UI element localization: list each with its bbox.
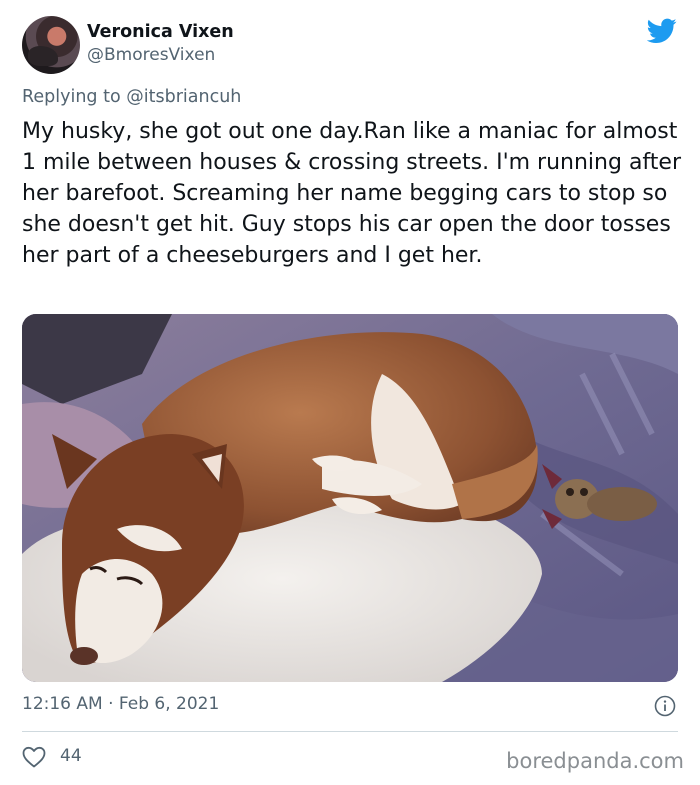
tweet-card: Veronica Vixen @BmoresVixen Replying to … [0, 0, 700, 785]
twitter-bird-icon[interactable] [647, 18, 677, 44]
author-handle[interactable]: @BmoresVixen [87, 45, 215, 65]
husky-photo-illustration [22, 314, 678, 682]
source-watermark: boredpanda.com [506, 749, 684, 773]
tweet-time[interactable]: 12:16 AM [22, 694, 103, 714]
author-avatar[interactable] [22, 16, 80, 74]
tweet-date[interactable]: Feb 6, 2021 [119, 694, 219, 714]
timestamp-separator: · [108, 694, 114, 714]
tweet-photo-husky[interactable] [22, 314, 678, 682]
replying-to: Replying to @itsbriancuh [22, 87, 241, 107]
heart-icon[interactable] [22, 746, 46, 768]
replying-to-label: Replying to [22, 87, 121, 107]
divider [22, 731, 678, 732]
avatar-image [28, 46, 58, 66]
author-display-name[interactable]: Veronica Vixen [87, 22, 234, 42]
tweet-timestamp: 12:16 AM · Feb 6, 2021 [22, 694, 219, 714]
tweet-text: My husky, she got out one day.Ran like a… [22, 119, 681, 268]
info-icon[interactable] [654, 695, 676, 717]
replying-to-mention[interactable]: @itsbriancuh [126, 87, 241, 107]
like-count: 44 [60, 746, 82, 766]
